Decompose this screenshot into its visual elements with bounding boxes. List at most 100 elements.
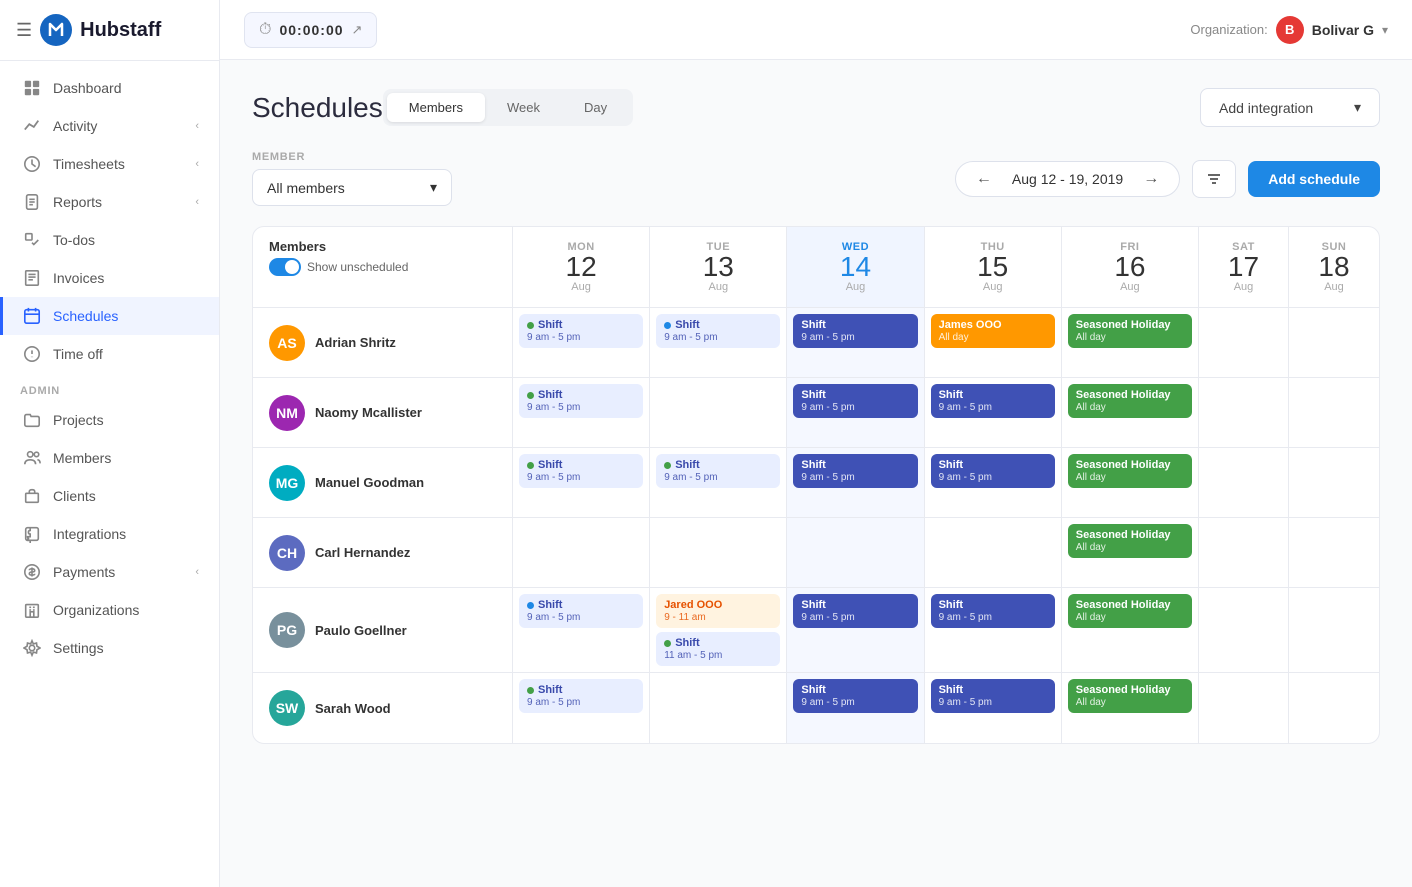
shift-card[interactable]: Shift 9 am - 5 pm (931, 594, 1055, 628)
time-off-icon (23, 345, 41, 363)
day-header-14: WED 14 Aug (787, 227, 924, 307)
shift-card[interactable]: Shift 9 am - 5 pm (519, 594, 643, 628)
shift-card[interactable]: Seasoned Holiday All day (1068, 524, 1192, 558)
receipt-icon (23, 269, 41, 287)
table-row: PG Paulo Goellner Shift 9 am - 5 pm Jare… (253, 588, 1379, 673)
sidebar-item-label: Dashboard (53, 80, 122, 96)
sidebar-item-members[interactable]: Members (0, 439, 219, 477)
org-name: Bolivar G (1312, 22, 1374, 38)
sidebar-item-label: Payments (53, 564, 115, 580)
member-cell-naomy: NM Naomy Mcallister (253, 378, 513, 447)
sidebar-item-dashboard[interactable]: Dashboard (0, 69, 219, 107)
shift-card[interactable]: Shift 9 am - 5 pm (793, 679, 917, 713)
add-integration-label: Add integration (1219, 100, 1313, 116)
sidebar-item-integrations[interactable]: Integrations (0, 515, 219, 553)
controls-right: ← Aug 12 - 19, 2019 → Add schedule (955, 160, 1380, 198)
member-select[interactable]: All members ▾ (252, 169, 452, 206)
main-content: ⏱ 00:00:00 ↗ Organization: B Bolivar G ▾… (220, 0, 1412, 887)
day-cell-today: Shift 9 am - 5 pm (787, 588, 924, 672)
schedule-grid: Members Show unscheduled MON 12 Aug TUE … (252, 226, 1380, 744)
day-cell (650, 518, 787, 587)
day-cell (513, 518, 650, 587)
topbar-right: Organization: B Bolivar G ▾ (1190, 16, 1388, 44)
add-integration-button[interactable]: Add integration ▾ (1200, 88, 1380, 127)
sidebar-item-time-off[interactable]: Time off (0, 335, 219, 373)
shift-card[interactable]: Shift 9 am - 5 pm (793, 454, 917, 488)
filter-button[interactable] (1192, 160, 1236, 198)
day-cell: Shift 9 am - 5 pm (513, 588, 650, 672)
on-time-dot (527, 687, 534, 694)
timer-widget[interactable]: ⏱ 00:00:00 ↗ (244, 12, 377, 48)
day-cell (1289, 308, 1379, 377)
on-time-dot (527, 322, 534, 329)
dollar-icon (23, 563, 41, 581)
shift-card[interactable]: Shift 9 am - 5 pm (519, 454, 643, 488)
shift-card[interactable]: James OOO All day (931, 314, 1055, 348)
shift-card[interactable]: Jared OOO 9 - 11 am (656, 594, 780, 628)
shift-card[interactable]: Shift 9 am - 5 pm (931, 679, 1055, 713)
shift-card[interactable]: Seasoned Holiday All day (1068, 454, 1192, 488)
sidebar-item-label: Clients (53, 488, 96, 504)
date-next-button[interactable]: → (1139, 170, 1163, 188)
day-header-13: TUE 13 Aug (650, 227, 787, 307)
show-unscheduled-toggle[interactable]: Show unscheduled (269, 258, 496, 276)
table-row: CH Carl Hernandez Seasoned Holiday All d… (253, 518, 1379, 588)
date-prev-button[interactable]: ← (972, 170, 996, 188)
tab-day[interactable]: Day (562, 93, 629, 122)
shift-card[interactable]: Shift 9 am - 5 pm (793, 594, 917, 628)
shift-card[interactable]: Shift 9 am - 5 pm (519, 314, 643, 348)
day-cell (1289, 448, 1379, 517)
timer-expand-icon: ↗ (352, 22, 363, 38)
sidebar-item-payments[interactable]: Payments ‹ (0, 553, 219, 591)
shift-card[interactable]: Seasoned Holiday All day (1068, 314, 1192, 348)
sidebar-item-label: To-dos (53, 232, 95, 248)
shift-card[interactable]: Shift 9 am - 5 pm (931, 454, 1055, 488)
logo-icon (40, 14, 72, 46)
shift-card[interactable]: Seasoned Holiday All day (1068, 679, 1192, 713)
sidebar-item-label: Time off (53, 346, 103, 362)
shift-card[interactable]: Shift 9 am - 5 pm (519, 384, 643, 418)
toggle-switch[interactable] (269, 258, 301, 276)
avatar: NM (269, 395, 305, 431)
shift-card[interactable]: Shift 9 am - 5 pm (519, 679, 643, 713)
sidebar-item-schedules[interactable]: Schedules (0, 297, 219, 335)
add-schedule-button[interactable]: Add schedule (1248, 161, 1380, 197)
sidebar-item-timesheets[interactable]: Timesheets ‹ (0, 145, 219, 183)
shift-card[interactable]: Shift 9 am - 5 pm (793, 384, 917, 418)
sidebar-item-clients[interactable]: Clients (0, 477, 219, 515)
shift-card[interactable]: Shift 9 am - 5 pm (656, 314, 780, 348)
sidebar-item-organizations[interactable]: Organizations (0, 591, 219, 629)
controls-row: MEMBER All members ▾ ← Aug 12 - 19, 2019… (252, 151, 1380, 206)
day-cell: Seasoned Holiday All day (1062, 378, 1199, 447)
tab-week[interactable]: Week (485, 93, 562, 122)
sidebar-item-label: Activity (53, 118, 97, 134)
sidebar-item-activity[interactable]: Activity ‹ (0, 107, 219, 145)
sidebar-item-label: Invoices (53, 270, 104, 286)
shift-card[interactable]: Shift 9 am - 5 pm (656, 454, 780, 488)
sidebar-item-settings[interactable]: Settings (0, 629, 219, 667)
sidebar-item-reports[interactable]: Reports ‹ (0, 183, 219, 221)
hamburger-icon[interactable]: ☰ (16, 20, 32, 41)
day-cell: Shift 9 am - 5 pm (925, 588, 1062, 672)
sidebar-item-label: Reports (53, 194, 102, 210)
day-cell (650, 673, 787, 743)
arrow-icon: ‹ (195, 158, 199, 170)
sidebar-item-projects[interactable]: Projects (0, 401, 219, 439)
grid-header-members: Members Show unscheduled (253, 227, 513, 307)
shift-card[interactable]: Shift 9 am - 5 pm (793, 314, 917, 348)
sidebar-item-label: Settings (53, 640, 104, 656)
users-icon (23, 449, 41, 467)
org-chevron-icon[interactable]: ▾ (1382, 23, 1388, 37)
briefcase-icon (23, 487, 41, 505)
member-select-chevron: ▾ (430, 179, 437, 196)
shift-card[interactable]: Seasoned Holiday All day (1068, 384, 1192, 418)
sidebar-item-todos[interactable]: To-dos (0, 221, 219, 259)
shift-card[interactable]: Seasoned Holiday All day (1068, 594, 1192, 628)
folder-icon (23, 411, 41, 429)
member-cell-carl: CH Carl Hernandez (253, 518, 513, 587)
tab-members[interactable]: Members (387, 93, 485, 122)
sidebar-item-invoices[interactable]: Invoices (0, 259, 219, 297)
member-select-value: All members (267, 180, 345, 196)
shift-card[interactable]: Shift 9 am - 5 pm (931, 384, 1055, 418)
shift-card[interactable]: Shift 11 am - 5 pm (656, 632, 780, 666)
